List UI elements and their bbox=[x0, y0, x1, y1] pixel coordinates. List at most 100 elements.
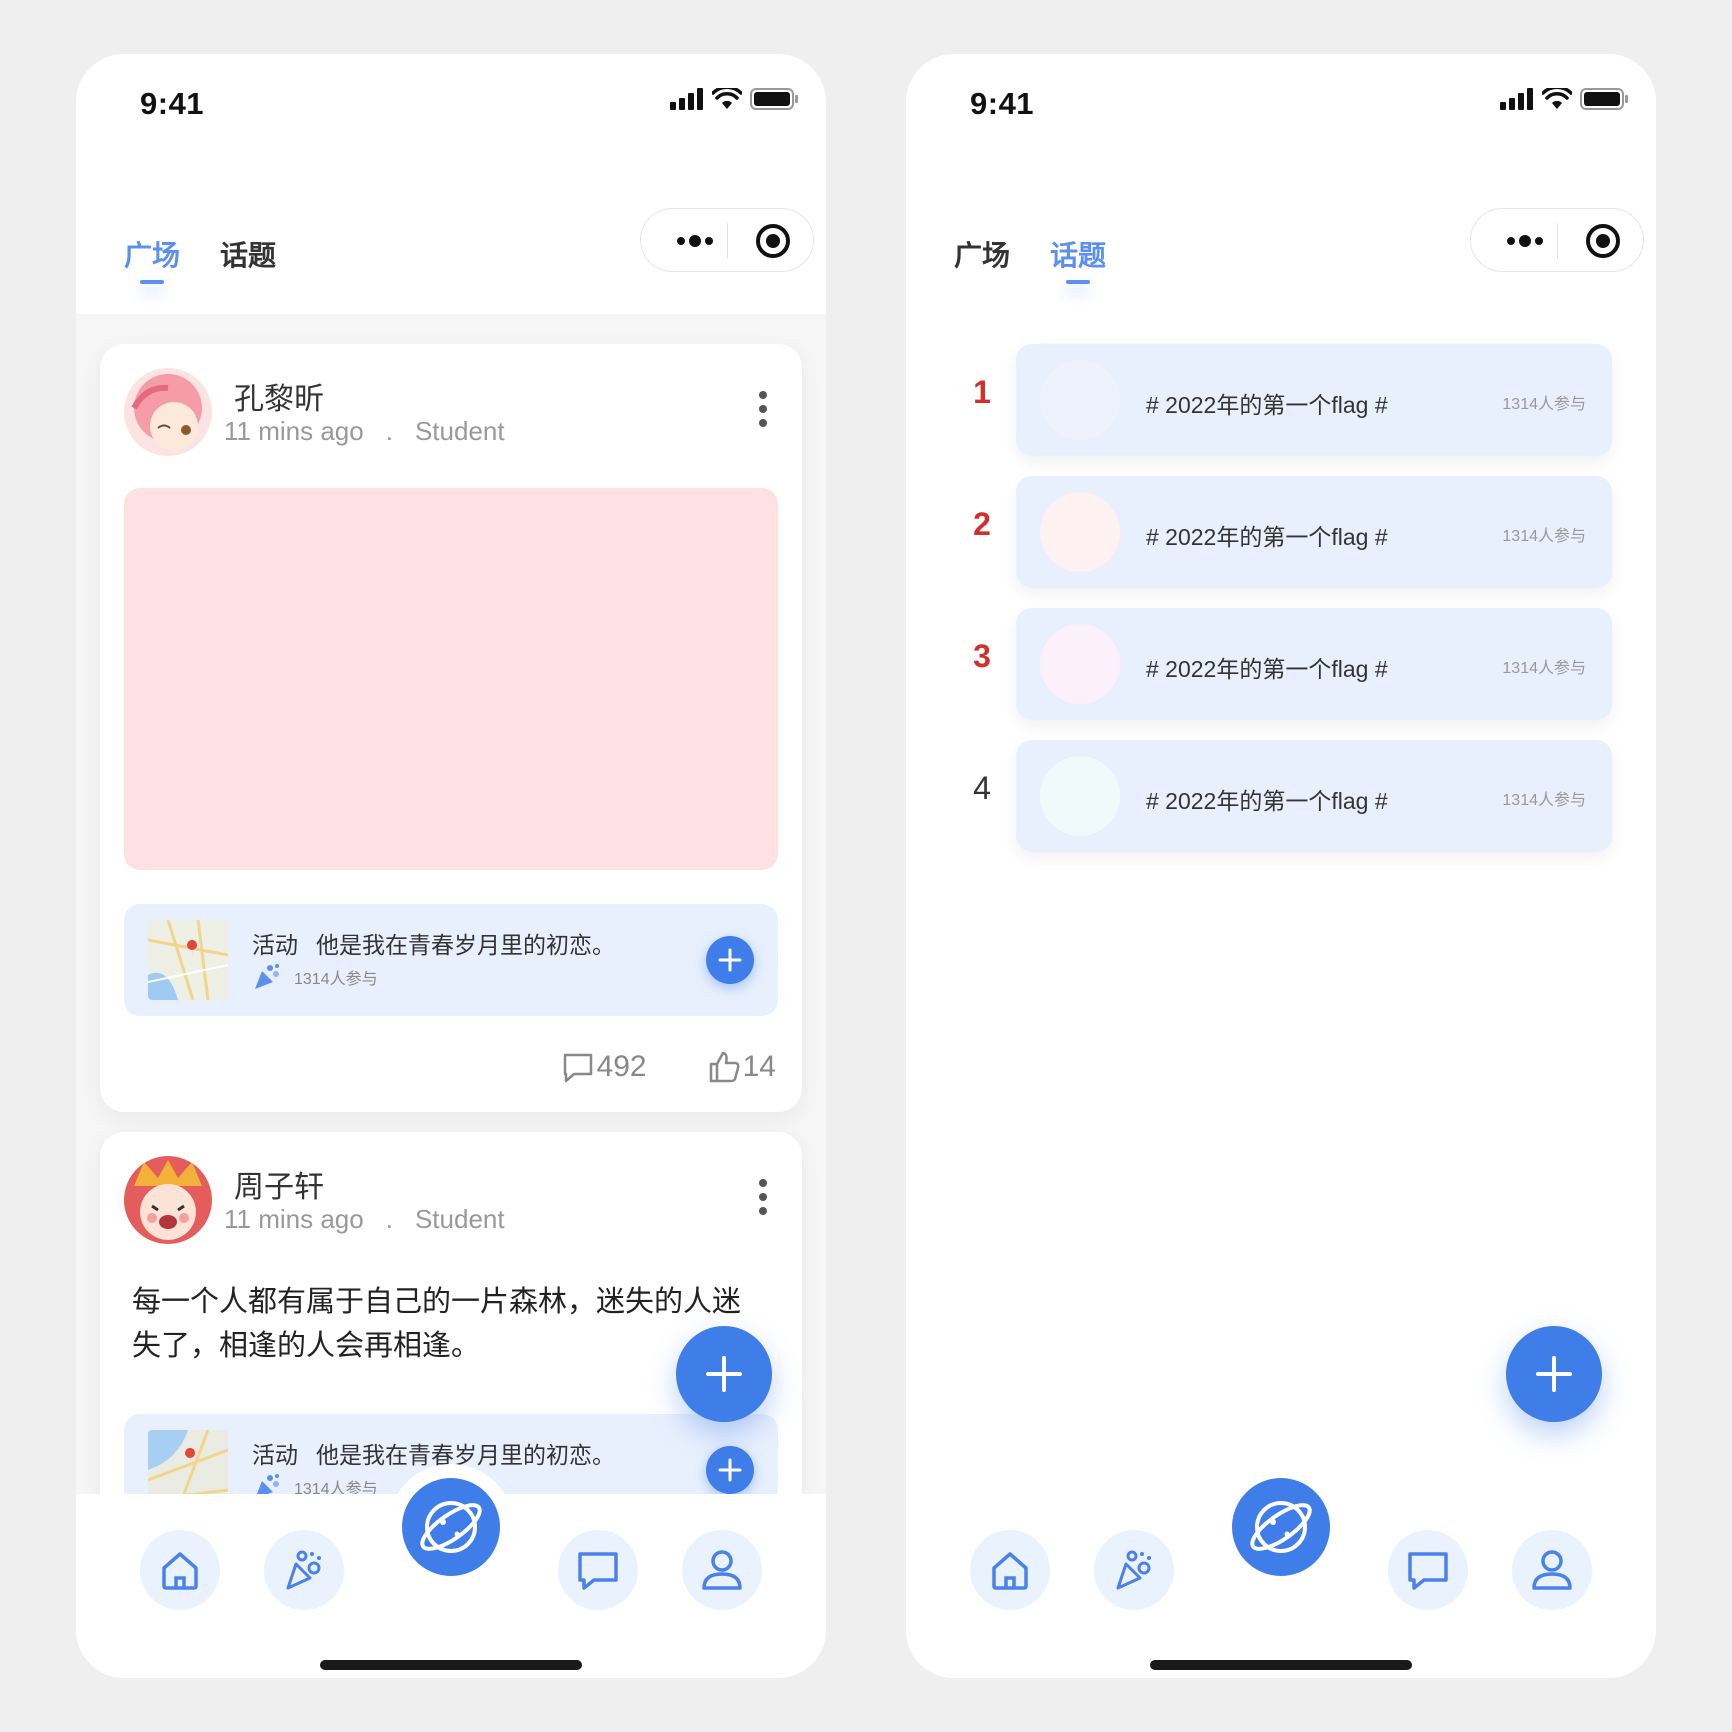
more-dots-icon[interactable] bbox=[667, 223, 727, 259]
status-time: 9:41 bbox=[970, 86, 1035, 121]
capsule-divider bbox=[727, 223, 728, 259]
create-topic-button[interactable] bbox=[1506, 1326, 1602, 1422]
comment-icon bbox=[563, 1053, 592, 1083]
home-indicator bbox=[1150, 1660, 1412, 1670]
kebab-menu-icon[interactable] bbox=[758, 1178, 768, 1216]
topic-card[interactable]: # 2022年的第一个flag # 1314人参与 bbox=[1016, 608, 1612, 720]
nav-profile[interactable] bbox=[682, 1530, 762, 1610]
topic-row[interactable]: 4 # 2022年的第一个flag # 1314人参与 bbox=[906, 740, 1656, 852]
capsule-divider bbox=[1557, 223, 1558, 259]
nav-activity[interactable] bbox=[264, 1530, 344, 1610]
participant-count: 1314人参与 bbox=[294, 971, 378, 988]
nav-home[interactable] bbox=[140, 1530, 220, 1610]
nav-messages[interactable] bbox=[558, 1530, 638, 1610]
top-header: 广场 话题 bbox=[906, 174, 1656, 314]
create-post-button[interactable] bbox=[676, 1326, 772, 1422]
target-icon[interactable] bbox=[1583, 221, 1623, 261]
avatar[interactable] bbox=[124, 1156, 212, 1244]
post-author: 周子轩 bbox=[234, 1171, 324, 1204]
bottom-tab-bar bbox=[906, 1478, 1656, 1678]
nav-discover[interactable] bbox=[1232, 1478, 1330, 1576]
more-dots-icon[interactable] bbox=[1497, 223, 1557, 259]
post-time: 11 mins ago bbox=[224, 1204, 364, 1234]
planet-icon bbox=[420, 1501, 482, 1553]
topic-participants: 1314人参与 bbox=[1502, 792, 1586, 809]
signal-icon bbox=[670, 88, 703, 110]
phone-plaza: 9:41 广场 话题 孔黎昕 11 mins ago . Student 活动 … bbox=[76, 54, 826, 1678]
chat-icon bbox=[578, 1552, 618, 1590]
post-role: Student bbox=[414, 416, 505, 446]
topic-rank: 1 bbox=[973, 374, 991, 410]
map-thumbnail bbox=[148, 920, 228, 1000]
comment-count: 492 bbox=[596, 1050, 647, 1083]
battery-icon bbox=[1580, 88, 1628, 110]
topic-row[interactable]: 1 # 2022年的第一个flag # 1314人参与 bbox=[906, 344, 1656, 456]
party-popper-icon bbox=[255, 964, 279, 989]
topic-thumbnail bbox=[1040, 756, 1120, 836]
topic-row[interactable]: 2 # 2022年的第一个flag # 1314人参与 bbox=[906, 476, 1656, 588]
topic-participants: 1314人参与 bbox=[1502, 660, 1586, 677]
avatar[interactable] bbox=[124, 368, 212, 456]
home-icon bbox=[992, 1552, 1028, 1590]
post-role: Student bbox=[414, 1204, 505, 1234]
planet-icon bbox=[1250, 1501, 1312, 1553]
status-bar: 9:41 bbox=[906, 54, 1656, 174]
post-time: 11 mins ago bbox=[224, 416, 364, 446]
topic-row[interactable]: 3 # 2022年的第一个flag # 1314人参与 bbox=[906, 608, 1656, 720]
kebab-menu-icon[interactable] bbox=[758, 390, 768, 428]
join-activity-button[interactable] bbox=[706, 1446, 754, 1494]
status-time: 9:41 bbox=[140, 86, 205, 121]
plus-icon bbox=[706, 1356, 742, 1392]
wifi-icon bbox=[712, 88, 742, 109]
thumbs-up-icon bbox=[709, 1051, 740, 1083]
wifi-icon bbox=[1542, 88, 1572, 109]
tab-topics[interactable]: 话题 bbox=[220, 234, 276, 284]
tab-topics-label: 话题 bbox=[220, 240, 277, 271]
like-count: 14 bbox=[742, 1050, 776, 1083]
activity-title: 他是我在青春岁月里的初恋。 bbox=[316, 1442, 615, 1468]
topic-card[interactable]: # 2022年的第一个flag # 1314人参与 bbox=[1016, 476, 1612, 588]
top-header: 广场 话题 bbox=[76, 174, 826, 314]
activity-card[interactable]: 活动 他是我在青春岁月里的初恋。 1314人参与 bbox=[124, 904, 778, 1016]
topic-title: # 2022年的第一个flag # bbox=[1146, 656, 1388, 682]
nav-profile[interactable] bbox=[1512, 1530, 1592, 1610]
topic-rank: 4 bbox=[973, 770, 991, 806]
topic-participants: 1314人参与 bbox=[1502, 396, 1586, 413]
topic-thumbnail bbox=[1040, 360, 1120, 440]
user-icon bbox=[702, 1550, 742, 1590]
nav-messages[interactable] bbox=[1388, 1530, 1468, 1610]
tab-plaza[interactable]: 广场 bbox=[124, 234, 180, 284]
join-activity-button[interactable] bbox=[706, 936, 754, 984]
status-bar: 9:41 bbox=[76, 54, 826, 174]
topic-card[interactable]: # 2022年的第一个flag # 1314人参与 bbox=[1016, 344, 1612, 456]
nav-discover[interactable] bbox=[402, 1478, 500, 1576]
signal-icon bbox=[1500, 88, 1533, 110]
like-button[interactable]: 14 bbox=[707, 1050, 776, 1084]
topic-thumbnail bbox=[1040, 492, 1120, 572]
tab-topics-label: 话题 bbox=[1050, 240, 1107, 271]
chat-icon bbox=[1408, 1552, 1448, 1590]
topic-card[interactable]: # 2022年的第一个flag # 1314人参与 bbox=[1016, 740, 1612, 852]
mini-program-capsule bbox=[640, 208, 814, 272]
party-popper-icon bbox=[1116, 1550, 1151, 1590]
tab-active-indicator bbox=[140, 280, 164, 284]
post-image[interactable] bbox=[124, 488, 778, 870]
target-icon[interactable] bbox=[753, 221, 793, 261]
tab-topics[interactable]: 话题 bbox=[1050, 234, 1106, 284]
home-icon bbox=[162, 1552, 198, 1590]
topic-rank: 3 bbox=[973, 638, 991, 674]
tab-plaza[interactable]: 广场 bbox=[954, 234, 1010, 284]
nav-home[interactable] bbox=[970, 1530, 1050, 1610]
activity-tag: 活动 bbox=[252, 1442, 298, 1468]
mini-program-capsule bbox=[1470, 208, 1644, 272]
phone-topics: 9:41 广场 话题 1 # 2022年的第一个flag # 1314人参与 2… bbox=[906, 54, 1656, 1678]
post-card[interactable]: 孔黎昕 11 mins ago . Student 活动 他是我在青春岁月里的初… bbox=[100, 344, 802, 1112]
topic-title: # 2022年的第一个flag # bbox=[1146, 524, 1388, 550]
tab-plaza-label: 广场 bbox=[124, 240, 181, 271]
tab-active-indicator bbox=[1066, 280, 1091, 284]
meta-separator: . bbox=[385, 416, 393, 446]
plus-icon bbox=[718, 948, 742, 972]
comment-button[interactable]: 492 bbox=[561, 1050, 647, 1084]
home-indicator bbox=[320, 1660, 582, 1670]
nav-activity[interactable] bbox=[1094, 1530, 1174, 1610]
